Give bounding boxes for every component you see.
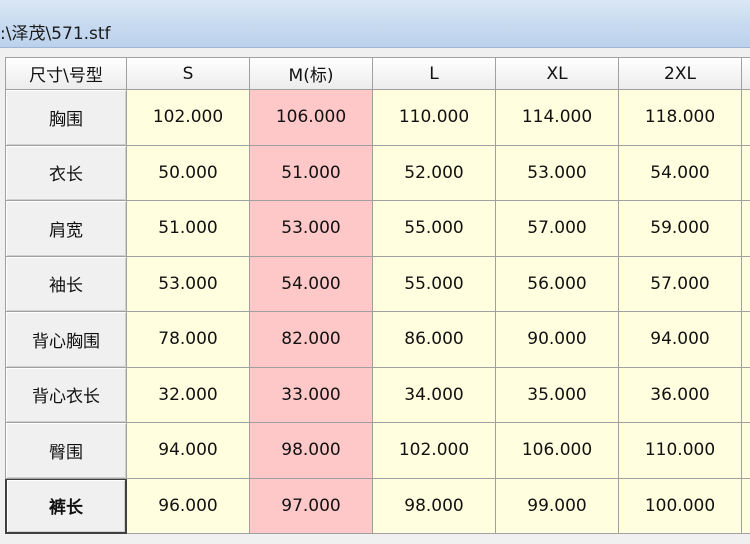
measurement-cell[interactable]: 118.000: [619, 90, 742, 146]
table-row: 裤长 96.000 97.000 98.000 99.000 100.000: [5, 478, 750, 534]
measurement-cell[interactable]: 51.000: [127, 201, 250, 257]
column-header-s[interactable]: S: [127, 58, 250, 90]
measurement-cell[interactable]: 55.000: [373, 256, 496, 312]
measurement-cell[interactable]: 102.000: [127, 90, 250, 146]
overflow-cell: [742, 90, 750, 146]
measurement-cell[interactable]: 97.000: [250, 478, 373, 534]
table-row: 臀围 94.000 98.000 102.000 106.000 110.000: [5, 423, 750, 479]
size-chart-grid: 尺寸\号型 S M(标) L XL 2XL 胸围 102.000 106.000 11…: [0, 57, 750, 544]
measurement-cell[interactable]: 53.000: [496, 145, 619, 201]
corner-header[interactable]: 尺寸\号型: [5, 58, 127, 90]
measurement-cell[interactable]: 36.000: [619, 367, 742, 423]
row-header[interactable]: 衣长: [5, 145, 127, 201]
measurement-cell[interactable]: 114.000: [496, 90, 619, 146]
overflow-cell: [742, 256, 750, 312]
overflow-cell: [742, 201, 750, 257]
measurement-cell[interactable]: 51.000: [250, 145, 373, 201]
row-header[interactable]: 背心胸围: [5, 312, 127, 368]
measurement-cell[interactable]: 110.000: [619, 423, 742, 479]
measurement-cell[interactable]: 57.000: [619, 256, 742, 312]
measurement-cell[interactable]: 54.000: [250, 256, 373, 312]
measurement-cell[interactable]: 52.000: [373, 145, 496, 201]
measurement-cell[interactable]: 33.000: [250, 367, 373, 423]
title-bar: :\泽茂\571.stf: [0, 0, 750, 48]
row-header[interactable]: 裤长: [5, 478, 127, 534]
row-header[interactable]: 肩宽: [5, 201, 127, 257]
row-header[interactable]: 背心衣长: [5, 367, 127, 423]
measurement-cell[interactable]: 99.000: [496, 478, 619, 534]
measurement-cell[interactable]: 102.000: [373, 423, 496, 479]
measurement-cell[interactable]: 34.000: [373, 367, 496, 423]
measurement-cell[interactable]: 106.000: [250, 90, 373, 146]
measurement-cell[interactable]: 98.000: [373, 478, 496, 534]
size-table: 尺寸\号型 S M(标) L XL 2XL 胸围 102.000 106.000 11…: [5, 57, 750, 534]
table-row: 背心胸围 78.000 82.000 86.000 90.000 94.000: [5, 312, 750, 368]
measurement-cell[interactable]: 90.000: [496, 312, 619, 368]
overflow-cell: [742, 312, 750, 368]
overflow-cell: [742, 145, 750, 201]
column-header-xl[interactable]: XL: [496, 58, 619, 90]
measurement-cell[interactable]: 98.000: [250, 423, 373, 479]
row-header[interactable]: 臀围: [5, 423, 127, 479]
measurement-cell[interactable]: 78.000: [127, 312, 250, 368]
measurement-cell[interactable]: 55.000: [373, 201, 496, 257]
measurement-cell[interactable]: 94.000: [619, 312, 742, 368]
overflow-cell: [742, 478, 750, 534]
measurement-cell[interactable]: 50.000: [127, 145, 250, 201]
measurement-cell[interactable]: 94.000: [127, 423, 250, 479]
measurement-cell[interactable]: 53.000: [250, 201, 373, 257]
row-header[interactable]: 袖长: [5, 256, 127, 312]
column-header-m[interactable]: M(标): [250, 58, 373, 90]
measurement-cell[interactable]: 32.000: [127, 367, 250, 423]
measurement-cell[interactable]: 86.000: [373, 312, 496, 368]
overflow-cell: [742, 423, 750, 479]
measurement-cell[interactable]: 35.000: [496, 367, 619, 423]
measurement-cell[interactable]: 100.000: [619, 478, 742, 534]
measurement-cell[interactable]: 53.000: [127, 256, 250, 312]
column-header-2xl[interactable]: 2XL: [619, 58, 742, 90]
table-row: 胸围 102.000 106.000 110.000 114.000 118.000: [5, 90, 750, 146]
row-header[interactable]: 胸围: [5, 90, 127, 146]
measurement-cell[interactable]: 59.000: [619, 201, 742, 257]
column-header-overflow: [742, 58, 750, 90]
table-row: 袖长 53.000 54.000 55.000 56.000 57.000: [5, 256, 750, 312]
measurement-cell[interactable]: 56.000: [496, 256, 619, 312]
table-body: 胸围 102.000 106.000 110.000 114.000 118.000 衣长 5…: [5, 90, 750, 534]
measurement-cell[interactable]: 106.000: [496, 423, 619, 479]
measurement-cell[interactable]: 96.000: [127, 478, 250, 534]
measurement-cell[interactable]: 54.000: [619, 145, 742, 201]
table-row: 背心衣长 32.000 33.000 34.000 35.000 36.000: [5, 367, 750, 423]
header-row: 尺寸\号型 S M(标) L XL 2XL: [5, 58, 750, 90]
overflow-cell: [742, 367, 750, 423]
table-row: 衣长 50.000 51.000 52.000 53.000 54.000: [5, 145, 750, 201]
measurement-cell[interactable]: 82.000: [250, 312, 373, 368]
window-title: :\泽茂\571.stf: [0, 24, 111, 44]
measurement-cell[interactable]: 57.000: [496, 201, 619, 257]
table-row: 肩宽 51.000 53.000 55.000 57.000 59.000: [5, 201, 750, 257]
measurement-cell[interactable]: 110.000: [373, 90, 496, 146]
column-header-l[interactable]: L: [373, 58, 496, 90]
